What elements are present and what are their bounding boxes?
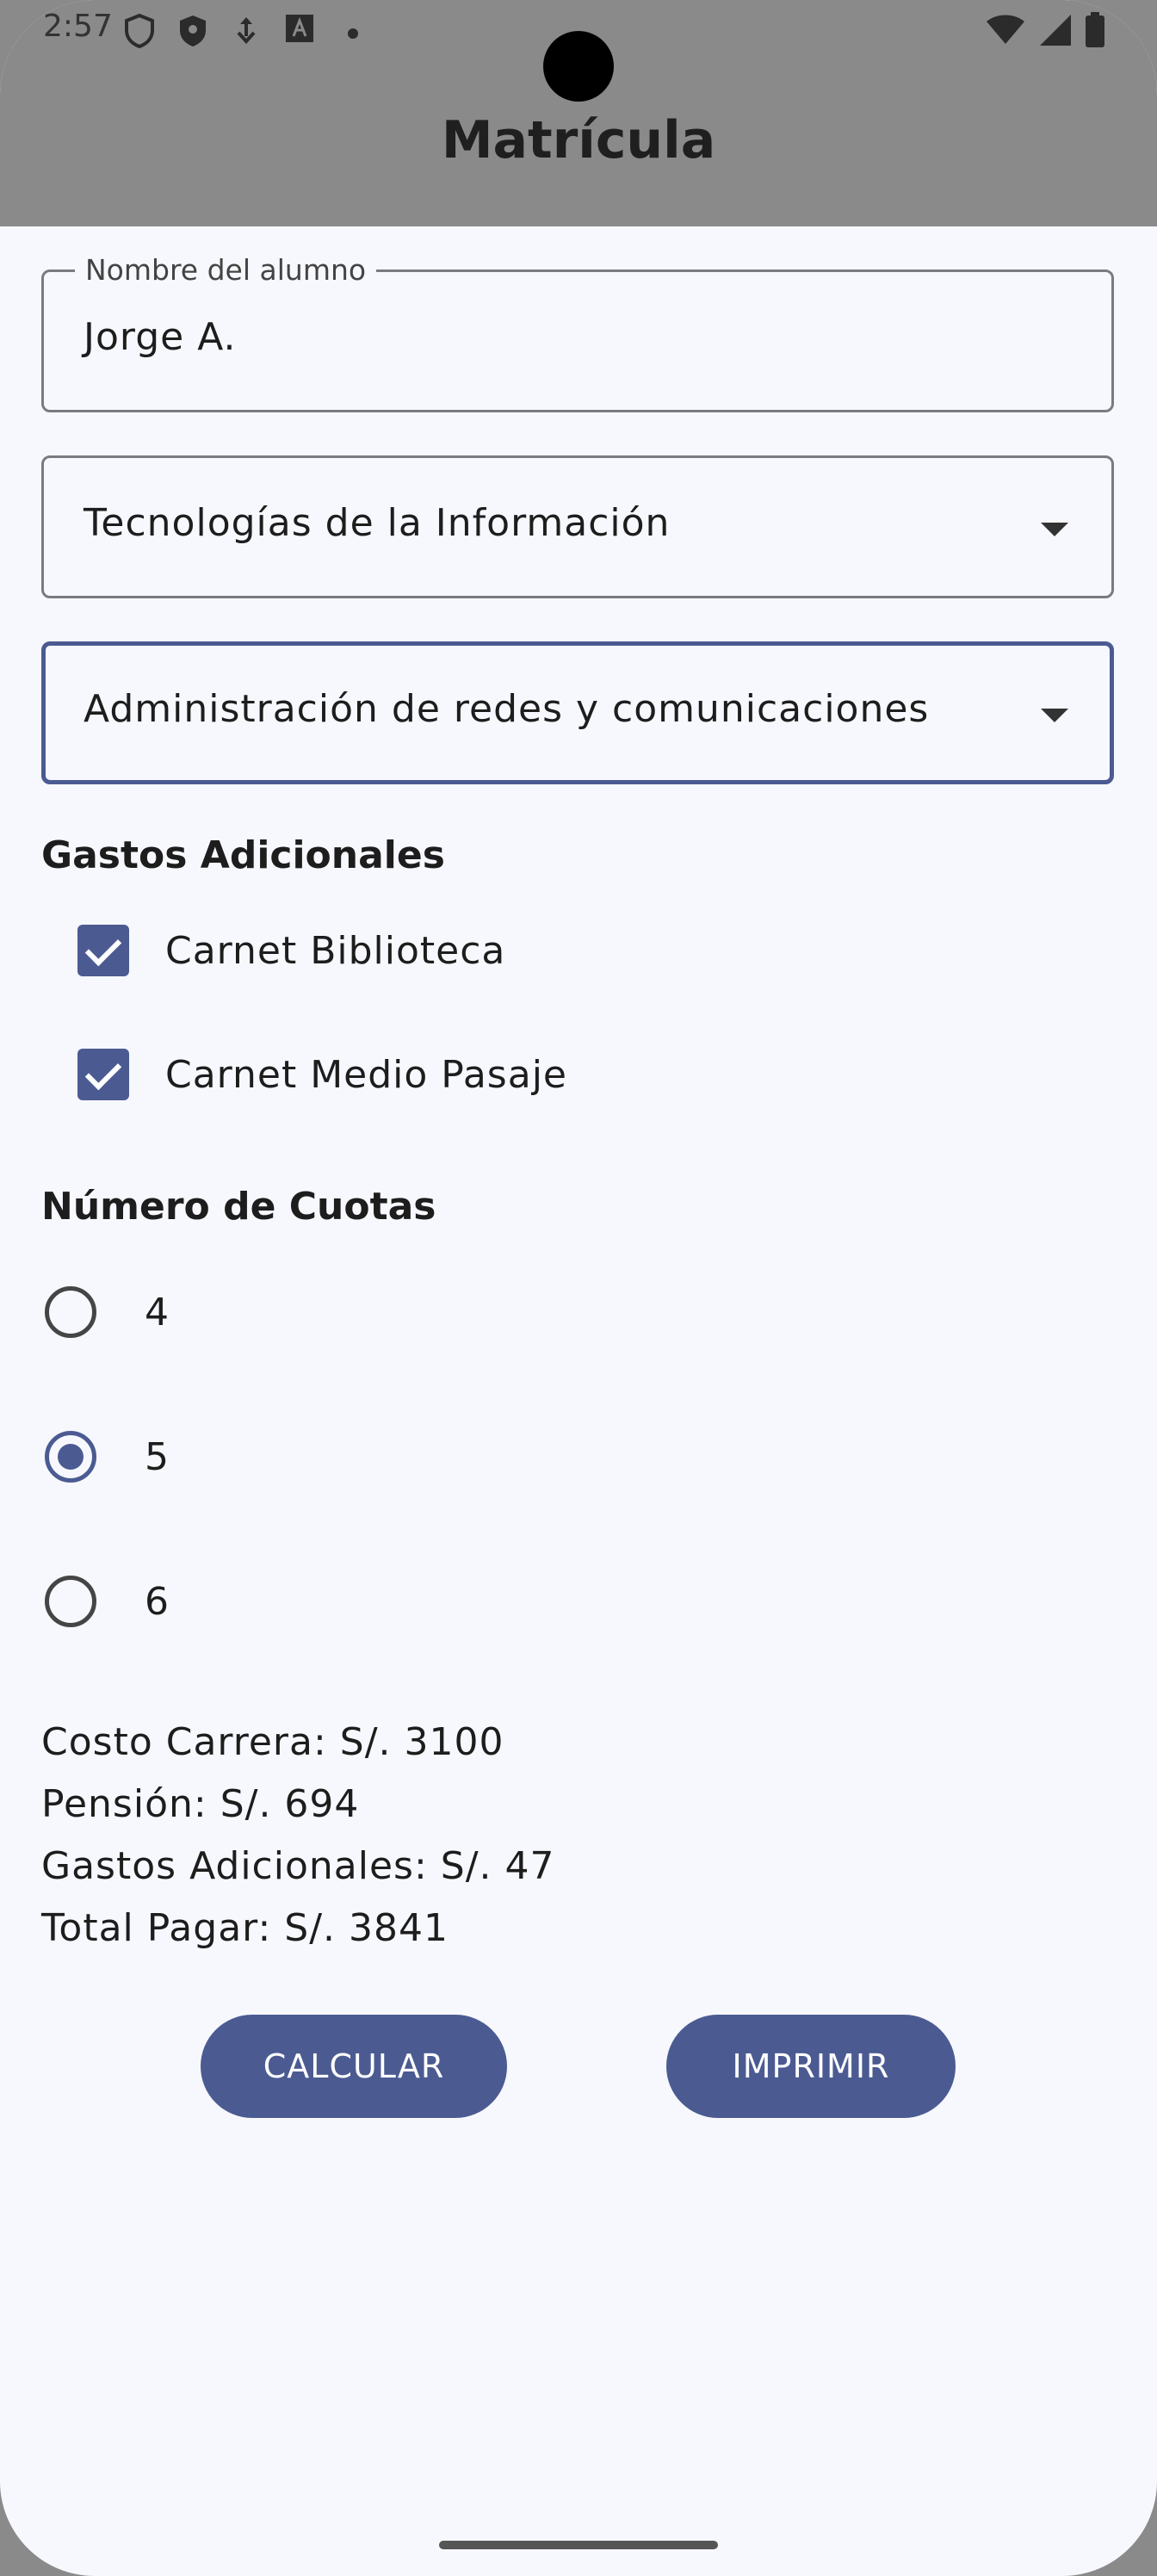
student-pass-checkbox[interactable] bbox=[77, 1049, 129, 1100]
career-area-dropdown[interactable]: Tecnologías de la Información bbox=[41, 455, 1114, 598]
battery-icon bbox=[1085, 12, 1105, 52]
phone-screen: 2:57 Matrícula Nombre del alumno Jorge A… bbox=[0, 0, 1157, 2576]
extras-section-title: Gastos Adicionales bbox=[41, 833, 445, 877]
dot-icon bbox=[336, 14, 370, 48]
radio-button-5[interactable] bbox=[45, 1431, 96, 1483]
extra-costs-text: Gastos Adicionales: S/. 47 bbox=[41, 1844, 555, 1888]
print-button[interactable]: IMPRIMIR bbox=[666, 2015, 956, 2118]
calculate-button[interactable]: CALCULAR bbox=[201, 2015, 507, 2118]
page-title: Matrícula bbox=[441, 110, 716, 170]
library-card-label: Carnet Biblioteca bbox=[165, 928, 506, 973]
usb-debug-icon bbox=[229, 14, 263, 48]
signal-icon bbox=[1038, 13, 1073, 51]
career-area-value: Tecnologías de la Información bbox=[84, 501, 671, 545]
status-icons-right bbox=[985, 12, 1105, 52]
wifi-icon bbox=[985, 13, 1026, 51]
checkbox-row-student-pass[interactable]: Carnet Medio Pasaje bbox=[77, 1049, 567, 1100]
camera-cutout bbox=[543, 31, 614, 102]
student-pass-label: Carnet Medio Pasaje bbox=[165, 1052, 567, 1097]
radio-label-4: 4 bbox=[145, 1290, 169, 1334]
pension-text: Pensión: S/. 694 bbox=[41, 1782, 360, 1826]
font-a-icon bbox=[282, 14, 317, 48]
shield-icon bbox=[176, 14, 210, 48]
library-card-checkbox[interactable] bbox=[77, 925, 129, 976]
installments-section-title: Número de Cuotas bbox=[41, 1185, 436, 1229]
chevron-down-icon bbox=[1041, 523, 1068, 536]
status-icons-left bbox=[122, 13, 370, 49]
radio-row-6[interactable]: 6 bbox=[45, 1576, 169, 1627]
student-name-field[interactable]: Nombre del alumno Jorge A. bbox=[41, 253, 1114, 412]
chevron-down-icon bbox=[1041, 709, 1068, 722]
checkbox-row-library-card[interactable]: Carnet Biblioteca bbox=[77, 925, 505, 976]
app-bar: 2:57 Matrícula bbox=[0, 0, 1157, 226]
radio-row-5[interactable]: 5 bbox=[45, 1431, 169, 1483]
radio-button-6[interactable] bbox=[45, 1576, 96, 1627]
career-dropdown[interactable]: Administración de redes y comunicaciones bbox=[41, 641, 1114, 784]
student-name-value: Jorge A. bbox=[84, 315, 237, 359]
radio-label-5: 5 bbox=[145, 1434, 169, 1479]
career-value: Administración de redes y comunicaciones bbox=[84, 687, 930, 731]
career-cost-text: Costo Carrera: S/. 3100 bbox=[41, 1720, 504, 1764]
radio-row-4[interactable]: 4 bbox=[45, 1286, 169, 1338]
total-text: Total Pagar: S/. 3841 bbox=[41, 1906, 449, 1950]
shield-outline-icon bbox=[122, 13, 157, 49]
status-time: 2:57 bbox=[43, 9, 113, 44]
radio-button-4[interactable] bbox=[45, 1286, 96, 1338]
student-name-label: Nombre del alumno bbox=[75, 253, 377, 287]
radio-label-6: 6 bbox=[145, 1579, 169, 1624]
home-indicator[interactable] bbox=[439, 2541, 718, 2549]
